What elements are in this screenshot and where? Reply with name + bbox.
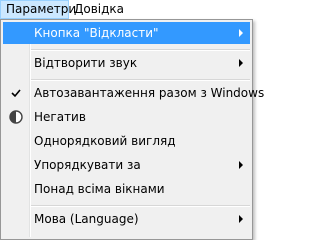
parameters-dropdown: Кнопка "Відкласти" Відтворити звук Автоз… xyxy=(0,19,264,240)
menu-item-label: Упорядкувати за xyxy=(34,158,141,172)
contrast-icon xyxy=(9,110,23,124)
menu-parameters[interactable]: Параметри xyxy=(0,0,76,19)
menu-item-single-line-view[interactable]: Однорядковий вигляд xyxy=(3,130,250,152)
menu-help[interactable]: Довідка xyxy=(69,0,131,19)
menubar: Параметри Довідка xyxy=(0,0,253,21)
checkmark-icon xyxy=(11,89,21,98)
menu-item-language[interactable]: Мова (Language) xyxy=(3,208,250,230)
submenu-arrow-icon xyxy=(239,215,243,223)
menu-item-label: Негатив xyxy=(34,110,86,124)
menu-item-label: Автозавантаження разом з Windows xyxy=(34,86,265,100)
menu-item-autostart[interactable]: Автозавантаження разом з Windows xyxy=(3,82,264,104)
menu-item-label: Кнопка "Відкласти" xyxy=(34,26,159,40)
menu-item-negative[interactable]: Негатив xyxy=(3,106,250,128)
menu-item-label: Однорядковий вигляд xyxy=(34,134,176,148)
menu-item-label: Відтворити звук xyxy=(34,56,138,70)
menu-item-label: Мова (Language) xyxy=(34,212,139,226)
menu-separator xyxy=(31,79,250,81)
submenu-arrow-icon xyxy=(239,161,243,169)
menu-item-sort-by[interactable]: Упорядкувати за xyxy=(3,154,250,176)
menu-separator xyxy=(31,205,250,207)
menu-item-play-sound[interactable]: Відтворити звук xyxy=(3,52,250,74)
menu-separator xyxy=(31,49,250,51)
menu-item-snooze-button[interactable]: Кнопка "Відкласти" xyxy=(3,22,250,44)
submenu-arrow-icon xyxy=(239,59,243,67)
menu-item-always-on-top[interactable]: Понад всіма вікнами xyxy=(3,178,250,200)
menu-item-label: Понад всіма вікнами xyxy=(34,182,165,196)
submenu-arrow-icon xyxy=(239,29,243,37)
